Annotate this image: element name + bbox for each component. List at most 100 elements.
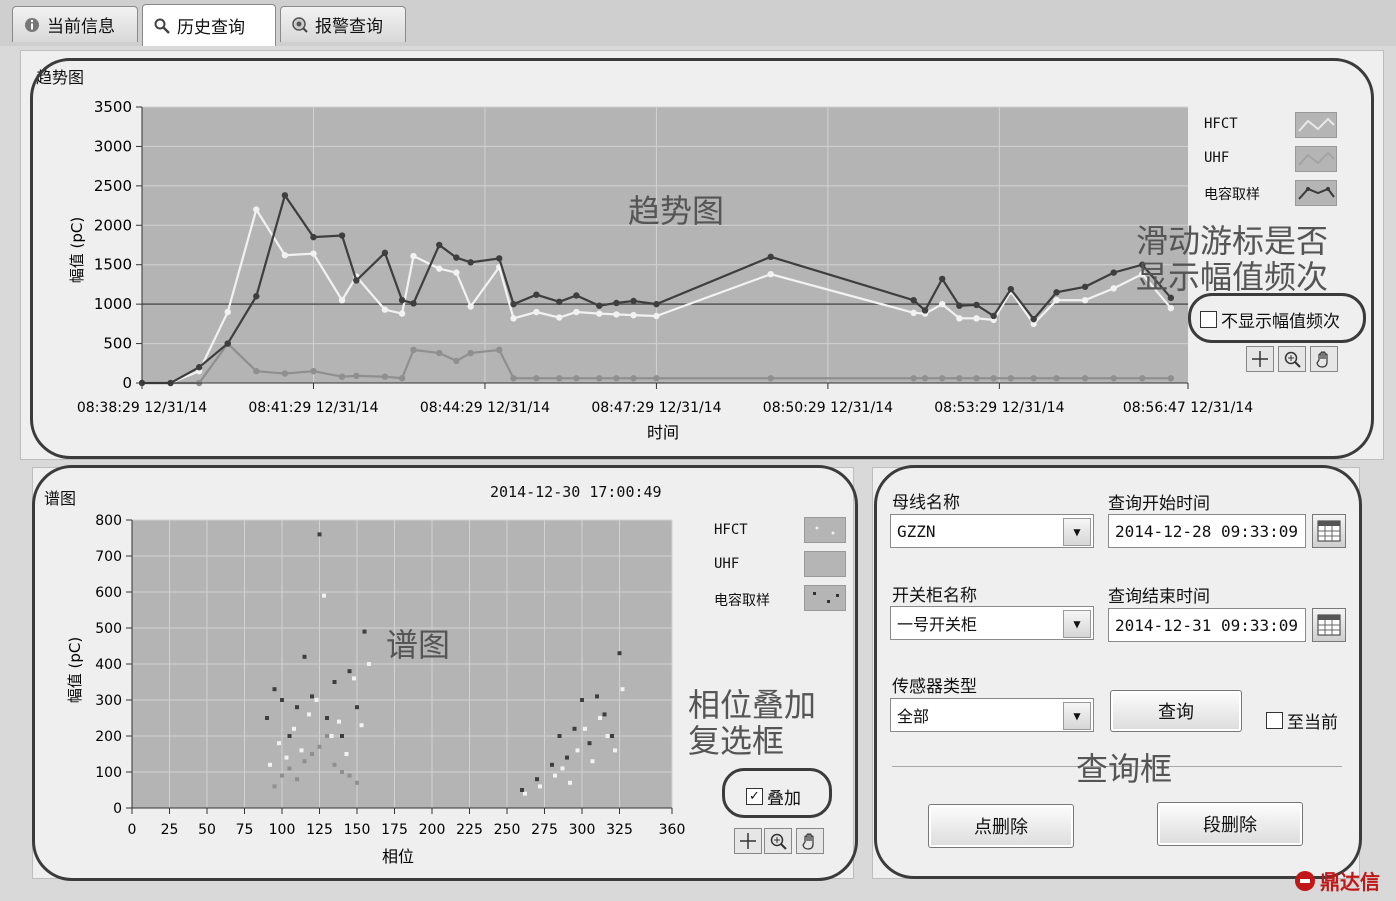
trend-data-point [596,302,603,309]
chevron-down-icon[interactable]: ▼ [1063,702,1091,730]
spectrum-data-point [617,651,622,656]
trend-data-point [1167,304,1175,312]
trend-data-point [596,310,603,317]
to-now-checkbox[interactable]: 至当前 [1266,708,1338,733]
spectrum-data-point [565,755,569,760]
trend-data-point [224,340,231,347]
trend-data-point [613,311,620,318]
zoom-tool-icon[interactable] [764,828,792,854]
cabinet-name-select[interactable]: 一号开关柜 ▼ [890,606,1094,640]
trend-data-point [1110,285,1117,292]
cursor-tool-icon[interactable] [1246,346,1274,372]
trend-data-point [436,241,443,249]
query-button[interactable]: 查询 [1110,690,1242,732]
legend-label: UHF [714,556,740,572]
spectrum-data-point [302,759,307,764]
spectrum-data-point [553,773,557,778]
spectrum-legend-uhf: UHF [714,556,739,572]
trend-data-point [653,375,660,382]
trend-legend-uhf-swatch [1295,146,1337,172]
trend-data-point [573,375,580,382]
checkbox-box[interactable]: ✓ [746,788,763,805]
trend-data-point [453,254,460,261]
spectrum-data-point [355,780,359,785]
trend-data-point [990,312,997,320]
trend-data-point [1081,375,1089,382]
trend-data-point [398,310,406,317]
spectrum-data-point [314,698,319,702]
trend-plot-area [142,107,1188,383]
end-time-field[interactable]: 2014-12-31 09:33:09 [1108,608,1306,642]
trend-data-point [467,349,474,357]
sensor-type-select[interactable]: 全部 ▼ [890,698,1094,732]
trend-data-point [410,252,417,260]
bus-name-select[interactable]: GZZN ▼ [890,514,1094,548]
watermark-text: 鼎达信 [1320,870,1380,894]
spectrum-x-tick-label: 325 [606,822,633,838]
cursor-tool-icon[interactable] [734,828,762,854]
trend-y-tick-label: 3500 [94,98,132,116]
spectrum-data-point [575,748,580,753]
spectrum-data-point [538,784,542,789]
select-value: 一号开关柜 [897,615,978,634]
spectrum-data-point [272,687,277,692]
start-time-field[interactable]: 2014-12-28 09:33:09 [1108,514,1306,548]
trend-y-tick-label: 0 [122,374,132,392]
trend-data-point [556,298,563,305]
cursor-callout-line2: 显示幅值频次 [1136,258,1329,296]
checkbox-box[interactable] [1200,311,1217,328]
spectrum-x-tick-label: 250 [494,822,521,838]
chevron-down-icon[interactable]: ▼ [1063,518,1091,546]
spectrum-data-point [307,712,311,717]
spectrum-y-tick-label: 400 [95,657,122,673]
spectrum-x-tick-label: 0 [128,822,137,838]
trend-data-point [1081,283,1089,290]
trend-data-point [496,255,503,262]
watermark-icon [1295,870,1315,891]
trend-y-tick-label: 3000 [94,137,132,155]
trend-data-point [990,375,997,382]
select-value: GZZN [897,521,936,541]
spectrum-y-ticks: 0 100 200 300 400 500 600 700 800 [95,513,132,817]
trend-data-point [596,375,603,382]
spectrum-data-point [272,784,277,789]
trend-data-point [467,259,474,266]
spectrum-data-point [572,726,577,731]
spectrum-data-point [583,726,587,731]
trend-data-point [1007,285,1015,293]
segment-delete-button[interactable]: 段删除 [1157,802,1303,846]
trend-data-point [1053,289,1060,296]
trend-data-point [467,303,474,310]
point-delete-button[interactable]: 点删除 [928,804,1074,848]
trend-legend-capacitive-swatch [1295,180,1337,206]
overlay-checkbox[interactable]: ✓ 叠加 [746,784,801,809]
trend-data-point [381,373,389,380]
chevron-down-icon[interactable]: ▼ [1063,610,1091,638]
end-calendar-icon[interactable] [1312,608,1346,642]
spectrum-data-point [550,762,554,767]
trend-data-point [956,302,963,309]
checkbox-box[interactable] [1266,712,1283,729]
query-overlay-label: 查询框 [1076,750,1173,788]
spectrum-data-point [295,705,299,710]
trend-data-point [921,307,929,314]
trend-data-point [767,270,774,278]
trend-legend-capacitive: 电容取样 [1204,184,1260,204]
trend-x-tick-label: 08:41:29 12/31/14 [248,400,378,416]
trend-data-point [353,372,360,380]
spectrum-data-point [329,734,334,738]
spectrum-data-point [268,762,272,767]
trend-data-point [939,375,946,382]
zoom-tool-icon[interactable] [1278,346,1306,372]
spectrum-x-tick-label: 300 [569,822,596,838]
pan-tool-icon[interactable] [796,828,824,854]
pan-tool-icon[interactable] [1310,346,1338,372]
trend-data-point [613,375,620,382]
spectrum-data-point [317,744,322,749]
start-calendar-icon[interactable] [1312,514,1346,548]
hide-frequency-checkbox[interactable]: 不显示幅值频次 [1200,307,1340,332]
trend-x-tick-label: 08:44:29 12/31/14 [420,400,550,416]
trend-legend-hfct: HFCT [1204,116,1238,132]
spectrum-data-point [568,780,572,785]
trend-data-point [253,293,260,300]
